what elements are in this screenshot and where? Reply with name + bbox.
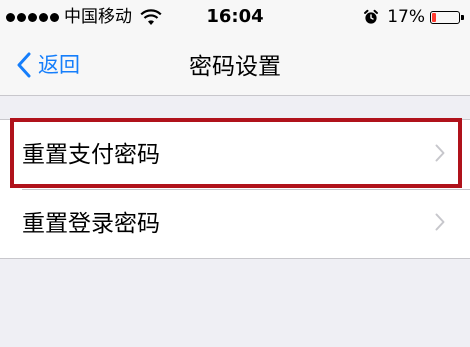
chevron-right-icon	[435, 144, 445, 162]
list-item-reset-login-password[interactable]: 重置登录密码	[0, 189, 470, 258]
page-title: 密码设置	[189, 54, 281, 80]
list-item-label: 重置登录密码	[22, 211, 160, 237]
battery-icon	[430, 10, 464, 24]
settings-list: 重置支付密码 重置登录密码	[0, 119, 470, 259]
battery-percent: 17%	[387, 7, 425, 27]
battery-fill	[432, 12, 436, 22]
alarm-icon	[364, 9, 379, 24]
list-item-reset-payment-password[interactable]: 重置支付密码	[0, 120, 470, 189]
chevron-right-icon	[435, 213, 445, 231]
status-right: 17%	[363, 7, 464, 27]
status-bar: 中国移动 16:04 17%	[0, 0, 470, 38]
phone-screen: 中国移动 16:04 17% 返回 密码设置 重置支付密码 重置登录密码	[0, 0, 470, 347]
list-item-label: 重置支付密码	[22, 142, 160, 168]
navigation-bar: 返回 密码设置	[0, 38, 470, 96]
